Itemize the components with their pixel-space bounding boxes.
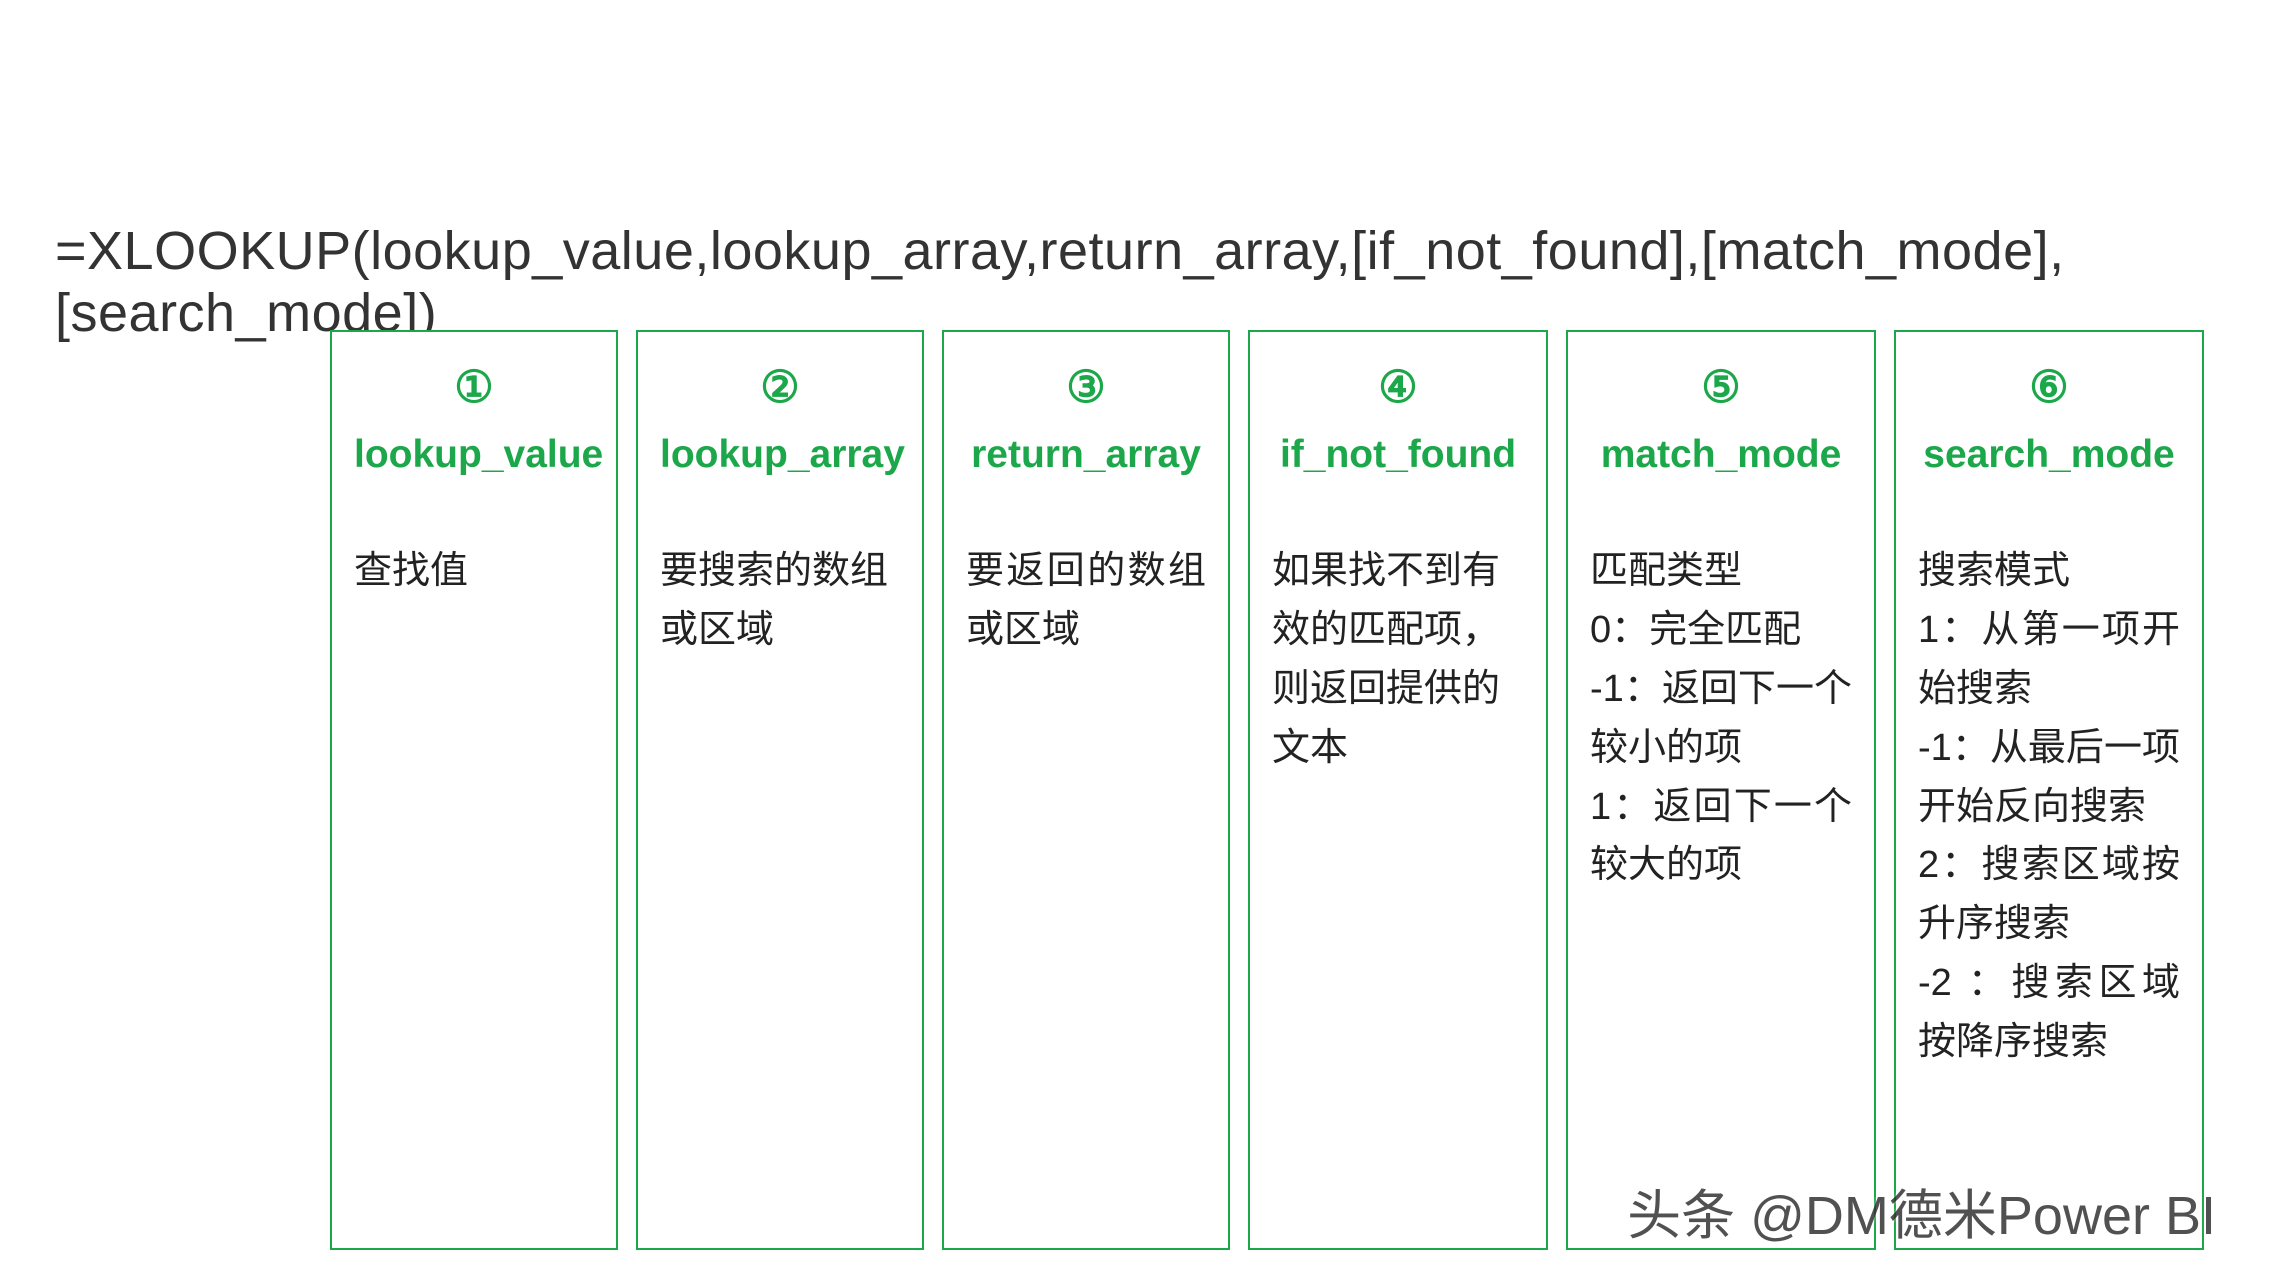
card-number: ②: [660, 362, 900, 413]
card-title: lookup_array: [660, 433, 900, 477]
watermark-text: 头条 @DM德米Power BI: [1627, 1171, 2216, 1250]
formula-text: =XLOOKUP(lookup_value,lookup_array,retur…: [55, 220, 2276, 344]
card-title: return_array: [966, 433, 1206, 477]
card-number: ⑤: [1590, 362, 1852, 413]
card-desc: 如果找不到有效的匹配项，则返回提供的文本: [1272, 542, 1524, 778]
card-return-array: ③ return_array 要返回的数组或区域: [942, 330, 1230, 1250]
card-title: match_mode: [1590, 433, 1852, 477]
card-match-mode: ⑤ match_mode 匹配类型0：完全匹配-1：返回下一个较小的项1：返回下…: [1566, 330, 1876, 1250]
card-desc: 要返回的数组或区域: [966, 542, 1206, 660]
card-desc: 匹配类型0：完全匹配-1：返回下一个较小的项1：返回下一个较大的项: [1590, 542, 1852, 895]
card-number: ④: [1272, 362, 1524, 413]
card-title: lookup_value: [354, 433, 594, 477]
card-number: ⑥: [1918, 362, 2180, 413]
card-lookup-value: ① lookup_value 查找值: [330, 330, 618, 1250]
cards-container: ① lookup_value 查找值 ② lookup_array 要搜索的数组…: [330, 330, 2204, 1250]
card-desc: 搜索模式1：从第一项开始搜索-1：从最后一项开始反向搜索2：搜索区域按升序搜索-…: [1918, 542, 2180, 1072]
card-number: ③: [966, 362, 1206, 413]
card-if-not-found: ④ if_not_found 如果找不到有效的匹配项，则返回提供的文本: [1248, 330, 1548, 1250]
card-desc: 要搜索的数组或区域: [660, 542, 900, 660]
card-number: ①: [354, 362, 594, 413]
card-title: search_mode: [1918, 433, 2180, 477]
card-search-mode: ⑥ search_mode 搜索模式1：从第一项开始搜索-1：从最后一项开始反向…: [1894, 330, 2204, 1250]
card-title: if_not_found: [1272, 433, 1524, 477]
card-lookup-array: ② lookup_array 要搜索的数组或区域: [636, 330, 924, 1250]
card-desc: 查找值: [354, 542, 594, 601]
